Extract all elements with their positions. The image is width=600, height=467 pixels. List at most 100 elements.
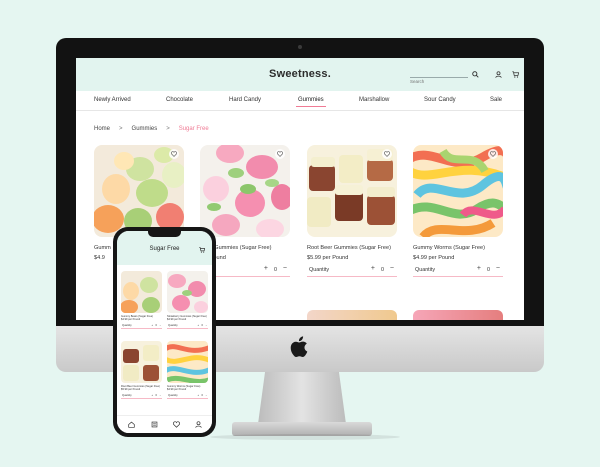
product-image[interactable] (94, 145, 184, 237)
product-name[interactable]: Gummy Worms (Sugar Free) (413, 245, 503, 251)
quantity-label: Quantity (415, 267, 436, 273)
quantity-decrease-button[interactable]: − (205, 394, 207, 397)
quantity-increase-button[interactable]: + (264, 265, 268, 272)
cart-icon[interactable] (199, 247, 205, 253)
quantity-increase-button[interactable]: + (197, 324, 199, 327)
quantity-label: Quantity (309, 267, 330, 273)
root-beer-gummies-photo (307, 145, 397, 237)
quantity-value: 0 (201, 324, 203, 327)
favorite-button[interactable] (382, 149, 392, 159)
quantity-value: 0 (487, 267, 490, 273)
cart-icon[interactable] (512, 71, 519, 78)
phone-notch (148, 231, 181, 237)
breadcrumb: Home > Gummies > Sugar Free (94, 126, 209, 132)
favorite-button[interactable] (488, 149, 498, 159)
mobile-quantity-stepper: Quantity + 0 − (121, 393, 162, 399)
gummy-bears-photo (94, 145, 184, 237)
gummy-worms-photo (413, 145, 503, 237)
breadcrumb-separator: > (166, 126, 170, 132)
quantity-increase-button[interactable]: + (477, 265, 481, 272)
breadcrumb-home[interactable]: Home (94, 126, 110, 132)
heart-icon[interactable] (173, 421, 180, 428)
mobile-product-image[interactable] (167, 341, 208, 383)
quantity-decrease-button[interactable]: − (205, 324, 207, 327)
user-icon[interactable] (195, 421, 202, 428)
gummy-worms-photo (167, 341, 208, 383)
quantity-label: Quantity (168, 324, 178, 327)
breadcrumb-gummies[interactable]: Gummies (132, 126, 158, 132)
mobile-quantity-stepper: Quantity + 0 − (167, 323, 208, 329)
quantity-value: 0 (155, 324, 157, 327)
quantity-decrease-button[interactable]: − (496, 265, 500, 272)
mobile-tab-bar (117, 415, 212, 433)
mobile-product-price: $5.99 per Pound (121, 388, 141, 391)
nav-chocolate[interactable]: Chocolate (166, 97, 193, 103)
quantity-decrease-button[interactable]: − (159, 324, 161, 327)
mobile-product-price: $4.99 per Pound (121, 318, 141, 321)
nav-sale[interactable]: Sale (490, 97, 502, 103)
nav-gummies[interactable]: Gummies (296, 97, 326, 107)
mobile-product-image[interactable] (121, 271, 162, 313)
quantity-decrease-button[interactable]: − (283, 265, 287, 272)
root-beer-gummies-photo (121, 341, 162, 383)
quantity-label: Quantity (168, 394, 178, 397)
quantity-increase-button[interactable]: + (151, 324, 153, 327)
home-icon[interactable] (128, 421, 135, 428)
quantity-value: 0 (155, 394, 157, 397)
heart-icon (171, 151, 177, 157)
mobile-quantity-stepper: Quantity + 0 − (121, 323, 162, 329)
nav-sour-candy[interactable]: Sour Candy (424, 97, 456, 103)
mobile-product-card[interactable]: Root Beer Gummies (Sugar Free) $5.99 per… (121, 341, 162, 399)
category-nav: Newly Arrived Chocolate Hard Candy Gummi… (76, 91, 524, 111)
quantity-value: 0 (381, 267, 384, 273)
quantity-increase-button[interactable]: + (371, 265, 375, 272)
search-box[interactable] (410, 70, 468, 84)
quantity-increase-button[interactable]: + (197, 394, 199, 397)
nav-hard-candy[interactable]: Hard Candy (229, 97, 261, 103)
product-price: $4.99 per Pound (413, 255, 455, 261)
nav-newly-arrived[interactable]: Newly Arrived (94, 97, 131, 103)
mobile-page-title: Sugar Free (149, 246, 180, 252)
search-icon[interactable] (472, 71, 479, 78)
quantity-stepper: Quantity + 0 − (413, 265, 503, 277)
quantity-value: 0 (201, 394, 203, 397)
gummy-bears-photo (121, 271, 162, 313)
search-input[interactable] (410, 79, 456, 84)
product-price: $5.99 per Pound (307, 255, 349, 261)
quantity-stepper: Quantity + 0 − (307, 265, 397, 277)
apple-logo-icon (290, 336, 308, 358)
strawberry-gummies-photo (200, 145, 290, 237)
monitor-stand-neck (258, 372, 346, 424)
product-card[interactable]: Root Beer Gummies (Sugar Free) $5.99 per… (307, 145, 397, 277)
stand-shadow (210, 434, 400, 440)
quantity-value: 0 (274, 267, 277, 273)
mobile-website: Sugar Free Gummy Bears (Sugar Free) $4.9… (117, 231, 212, 433)
product-image[interactable] (307, 145, 397, 237)
phone-device: Sugar Free Gummy Bears (Sugar Free) $4.9… (113, 227, 216, 437)
heart-icon (490, 151, 496, 157)
quantity-increase-button[interactable]: + (151, 394, 153, 397)
mobile-quantity-stepper: Quantity + 0 − (167, 393, 208, 399)
mobile-product-card[interactable]: Gummy Bears (Sugar Free) $4.99 per Pound… (121, 271, 162, 329)
breadcrumb-current: Sugar Free (178, 126, 209, 132)
mobile-product-card[interactable]: Gummy Worms (Sugar Free) $4.99 per Pound… (167, 341, 208, 399)
nav-marshallow[interactable]: Marshallow (359, 97, 389, 103)
heart-icon (277, 151, 283, 157)
quantity-decrease-button[interactable]: − (159, 394, 161, 397)
product-card[interactable]: Gummy Worms (Sugar Free) $4.99 per Pound… (413, 145, 503, 277)
menu-icon[interactable] (151, 421, 158, 428)
quantity-label: Quantity (122, 324, 132, 327)
mobile-product-image[interactable] (121, 341, 162, 383)
mobile-product-image[interactable] (167, 271, 208, 313)
product-image[interactable] (200, 145, 290, 237)
favorite-button[interactable] (169, 149, 179, 159)
quantity-label: Quantity (122, 394, 132, 397)
product-name[interactable]: Root Beer Gummies (Sugar Free) (307, 245, 397, 251)
camera-dot (298, 45, 302, 49)
user-icon[interactable] (495, 71, 502, 78)
strawberry-gummies-photo (167, 271, 208, 313)
product-image[interactable] (413, 145, 503, 237)
mobile-product-card[interactable]: Strawberry Gummies (Sugar Free) $4.99 pe… (167, 271, 208, 329)
quantity-decrease-button[interactable]: − (390, 265, 394, 272)
favorite-button[interactable] (275, 149, 285, 159)
